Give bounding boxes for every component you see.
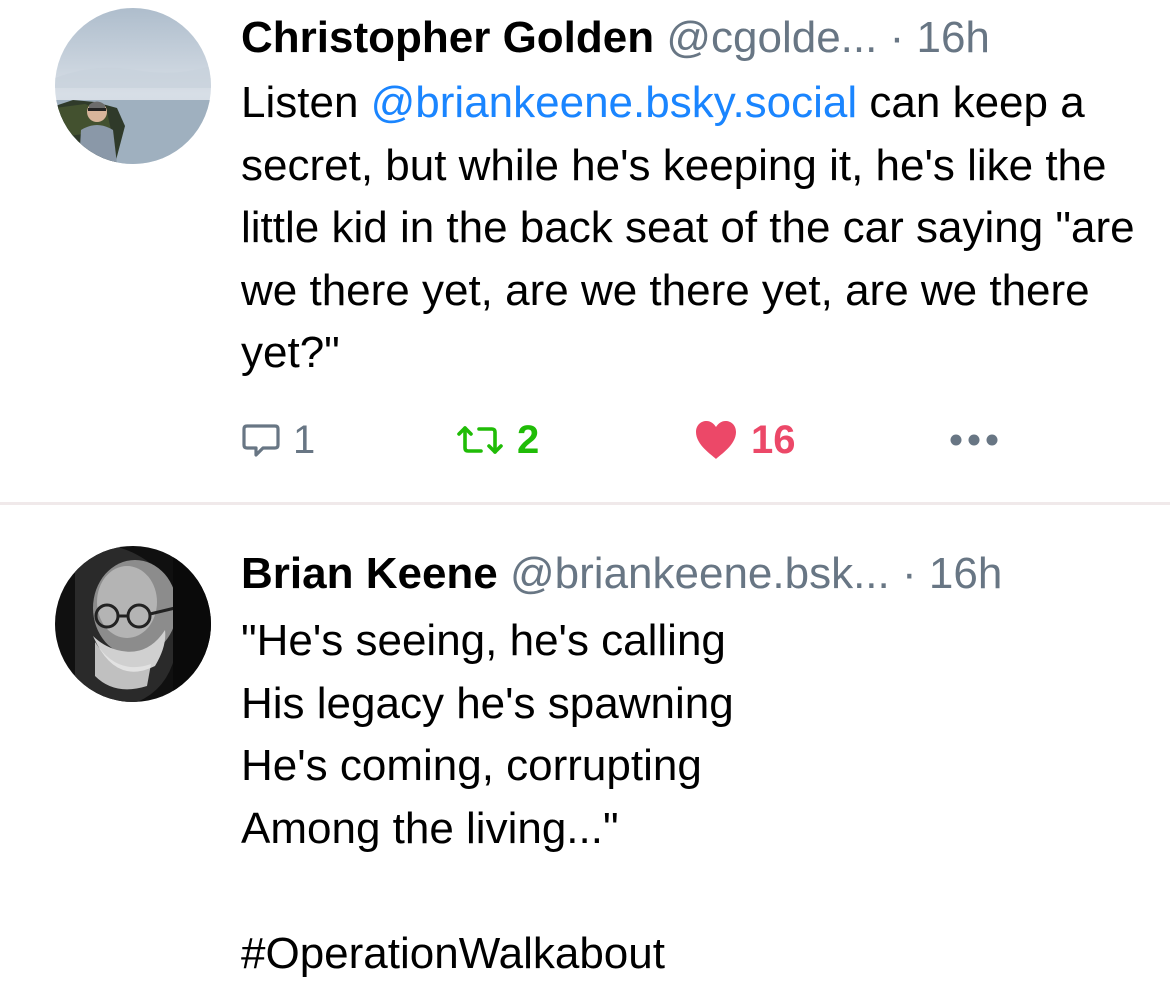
author-avatar[interactable]: [55, 546, 211, 702]
reply-count: 1: [293, 417, 316, 462]
author-handle[interactable]: @cgolde...: [666, 13, 877, 62]
author-avatar[interactable]: [55, 8, 211, 164]
avatar-photo-cliffs: [55, 8, 211, 164]
separator-dot: ·: [889, 13, 905, 62]
repost-arrows-icon: [457, 426, 503, 454]
avatar-photo-bw-portrait: [55, 546, 211, 702]
post-header: Christopher Golden @cgolde... · 16h: [241, 12, 990, 64]
repost-count: 2: [517, 417, 540, 462]
author-handle[interactable]: @briankeene.bsk...: [510, 549, 890, 598]
like-count: 16: [751, 417, 796, 462]
like-button[interactable]: 16: [693, 410, 796, 470]
post-card[interactable]: Christopher Golden @cgolde... · 16h List…: [0, 0, 1170, 504]
post-timestamp[interactable]: 16h: [916, 13, 989, 62]
more-dots-icon: [950, 434, 998, 446]
post-text: Listen @briankeene.bsky.social can keep …: [241, 72, 1146, 385]
repost-button[interactable]: 2: [455, 410, 539, 470]
post-timestamp[interactable]: 16h: [929, 549, 1002, 598]
post-text: "He's seeing, he's calling His legacy he…: [241, 616, 734, 978]
comment-bubble-icon: [242, 424, 280, 457]
more-options-button[interactable]: [946, 410, 1014, 470]
author-display-name[interactable]: Christopher Golden: [241, 13, 654, 62]
heart-icon: [696, 421, 736, 459]
author-display-name[interactable]: Brian Keene: [241, 549, 498, 598]
post-text-prefix: Listen: [241, 78, 371, 127]
post-card[interactable]: Brian Keene @briankeene.bsk... · 16h "He…: [0, 506, 1170, 1000]
separator-dot: ·: [902, 549, 917, 598]
mention-link[interactable]: @briankeene.bsky.social: [371, 78, 858, 127]
post-header: Brian Keene @briankeene.bsk... · 16h: [241, 548, 1002, 600]
post-divider: [0, 502, 1170, 505]
reply-button[interactable]: 1: [241, 410, 315, 470]
post-actions: 1 2 16: [241, 410, 1041, 470]
